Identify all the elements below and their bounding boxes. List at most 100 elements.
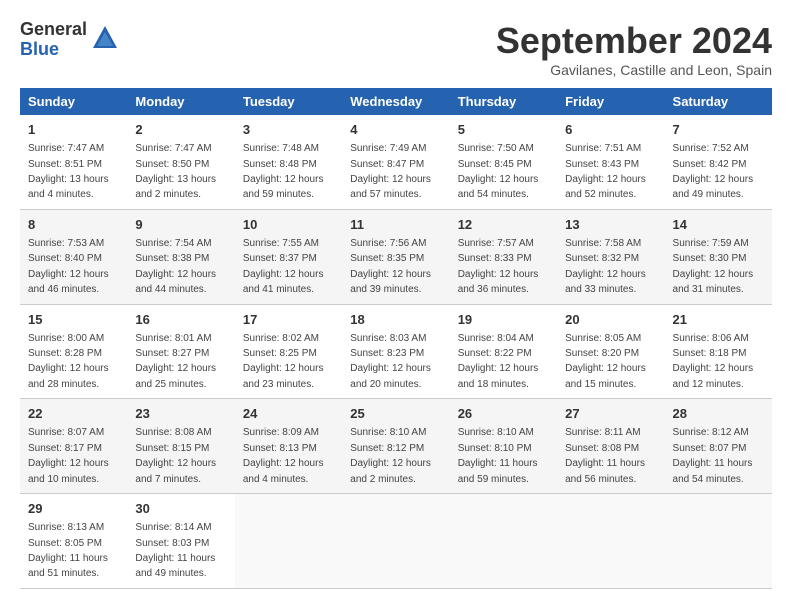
day-number: 26 bbox=[458, 405, 549, 423]
day-sunset: Sunset: 8:37 PM bbox=[243, 253, 317, 264]
logo-icon bbox=[91, 24, 119, 52]
calendar-cell: 22 Sunrise: 8:07 AM Sunset: 8:17 PM Dayl… bbox=[20, 399, 127, 494]
weekday-header-tuesday: Tuesday bbox=[235, 88, 342, 115]
day-daylight: Daylight: 12 hours and 12 minutes. bbox=[673, 363, 754, 389]
day-number: 27 bbox=[565, 405, 656, 423]
calendar-cell: 20 Sunrise: 8:05 AM Sunset: 8:20 PM Dayl… bbox=[557, 304, 664, 399]
day-sunset: Sunset: 8:28 PM bbox=[28, 348, 102, 359]
weekday-header-row: SundayMondayTuesdayWednesdayThursdayFrid… bbox=[20, 88, 772, 115]
day-sunset: Sunset: 8:15 PM bbox=[135, 443, 209, 454]
day-sunset: Sunset: 8:25 PM bbox=[243, 348, 317, 359]
calendar-cell: 5 Sunrise: 7:50 AM Sunset: 8:45 PM Dayli… bbox=[450, 115, 557, 209]
day-sunset: Sunset: 8:40 PM bbox=[28, 253, 102, 264]
calendar-cell: 12 Sunrise: 7:57 AM Sunset: 8:33 PM Dayl… bbox=[450, 209, 557, 304]
logo-general-text: General bbox=[20, 20, 87, 40]
page-header: General Blue September 2024 Gavilanes, C… bbox=[20, 20, 772, 78]
day-sunrise: Sunrise: 7:57 AM bbox=[458, 238, 534, 249]
day-sunset: Sunset: 8:18 PM bbox=[673, 348, 747, 359]
calendar-cell: 26 Sunrise: 8:10 AM Sunset: 8:10 PM Dayl… bbox=[450, 399, 557, 494]
day-daylight: Daylight: 12 hours and 44 minutes. bbox=[135, 269, 216, 295]
day-sunset: Sunset: 8:33 PM bbox=[458, 253, 532, 264]
day-number: 30 bbox=[135, 500, 226, 518]
day-sunset: Sunset: 8:03 PM bbox=[135, 538, 209, 549]
day-daylight: Daylight: 12 hours and 4 minutes. bbox=[243, 458, 324, 484]
day-sunset: Sunset: 8:47 PM bbox=[350, 159, 424, 170]
day-daylight: Daylight: 12 hours and 33 minutes. bbox=[565, 269, 646, 295]
day-sunset: Sunset: 8:05 PM bbox=[28, 538, 102, 549]
day-sunrise: Sunrise: 7:55 AM bbox=[243, 238, 319, 249]
day-daylight: Daylight: 11 hours and 49 minutes. bbox=[135, 553, 215, 579]
day-number: 29 bbox=[28, 500, 119, 518]
day-daylight: Daylight: 12 hours and 41 minutes. bbox=[243, 269, 324, 295]
day-number: 25 bbox=[350, 405, 441, 423]
day-sunrise: Sunrise: 8:10 AM bbox=[458, 427, 534, 438]
day-sunset: Sunset: 8:20 PM bbox=[565, 348, 639, 359]
day-sunrise: Sunrise: 8:04 AM bbox=[458, 333, 534, 344]
day-sunrise: Sunrise: 8:13 AM bbox=[28, 522, 104, 533]
day-sunrise: Sunrise: 7:54 AM bbox=[135, 238, 211, 249]
calendar-cell: 17 Sunrise: 8:02 AM Sunset: 8:25 PM Dayl… bbox=[235, 304, 342, 399]
calendar-cell bbox=[665, 494, 772, 589]
day-sunrise: Sunrise: 8:00 AM bbox=[28, 333, 104, 344]
day-daylight: Daylight: 12 hours and 59 minutes. bbox=[243, 174, 324, 200]
day-sunset: Sunset: 8:30 PM bbox=[673, 253, 747, 264]
weekday-header-wednesday: Wednesday bbox=[342, 88, 449, 115]
day-number: 16 bbox=[135, 311, 226, 329]
day-sunset: Sunset: 8:13 PM bbox=[243, 443, 317, 454]
day-number: 24 bbox=[243, 405, 334, 423]
day-sunrise: Sunrise: 8:06 AM bbox=[673, 333, 749, 344]
calendar-cell: 3 Sunrise: 7:48 AM Sunset: 8:48 PM Dayli… bbox=[235, 115, 342, 209]
day-number: 13 bbox=[565, 216, 656, 234]
calendar-cell: 9 Sunrise: 7:54 AM Sunset: 8:38 PM Dayli… bbox=[127, 209, 234, 304]
day-sunset: Sunset: 8:10 PM bbox=[458, 443, 532, 454]
day-sunrise: Sunrise: 8:08 AM bbox=[135, 427, 211, 438]
day-sunset: Sunset: 8:35 PM bbox=[350, 253, 424, 264]
day-daylight: Daylight: 13 hours and 2 minutes. bbox=[135, 174, 216, 200]
day-sunrise: Sunrise: 8:05 AM bbox=[565, 333, 641, 344]
day-daylight: Daylight: 12 hours and 36 minutes. bbox=[458, 269, 539, 295]
day-daylight: Daylight: 12 hours and 28 minutes. bbox=[28, 363, 109, 389]
day-number: 19 bbox=[458, 311, 549, 329]
day-sunrise: Sunrise: 8:02 AM bbox=[243, 333, 319, 344]
calendar-cell: 24 Sunrise: 8:09 AM Sunset: 8:13 PM Dayl… bbox=[235, 399, 342, 494]
calendar-table: SundayMondayTuesdayWednesdayThursdayFrid… bbox=[20, 88, 772, 589]
calendar-cell: 27 Sunrise: 8:11 AM Sunset: 8:08 PM Dayl… bbox=[557, 399, 664, 494]
calendar-cell: 10 Sunrise: 7:55 AM Sunset: 8:37 PM Dayl… bbox=[235, 209, 342, 304]
calendar-cell: 11 Sunrise: 7:56 AM Sunset: 8:35 PM Dayl… bbox=[342, 209, 449, 304]
day-sunset: Sunset: 8:51 PM bbox=[28, 159, 102, 170]
calendar-cell: 14 Sunrise: 7:59 AM Sunset: 8:30 PM Dayl… bbox=[665, 209, 772, 304]
calendar-cell: 21 Sunrise: 8:06 AM Sunset: 8:18 PM Dayl… bbox=[665, 304, 772, 399]
calendar-cell: 2 Sunrise: 7:47 AM Sunset: 8:50 PM Dayli… bbox=[127, 115, 234, 209]
day-daylight: Daylight: 13 hours and 4 minutes. bbox=[28, 174, 109, 200]
day-daylight: Daylight: 12 hours and 46 minutes. bbox=[28, 269, 109, 295]
day-sunrise: Sunrise: 8:09 AM bbox=[243, 427, 319, 438]
day-number: 4 bbox=[350, 121, 441, 139]
calendar-cell: 18 Sunrise: 8:03 AM Sunset: 8:23 PM Dayl… bbox=[342, 304, 449, 399]
day-daylight: Daylight: 11 hours and 54 minutes. bbox=[673, 458, 753, 484]
day-sunrise: Sunrise: 8:11 AM bbox=[565, 427, 640, 438]
day-daylight: Daylight: 12 hours and 49 minutes. bbox=[673, 174, 754, 200]
day-sunset: Sunset: 8:43 PM bbox=[565, 159, 639, 170]
day-sunset: Sunset: 8:50 PM bbox=[135, 159, 209, 170]
calendar-cell: 7 Sunrise: 7:52 AM Sunset: 8:42 PM Dayli… bbox=[665, 115, 772, 209]
calendar-cell: 4 Sunrise: 7:49 AM Sunset: 8:47 PM Dayli… bbox=[342, 115, 449, 209]
day-sunset: Sunset: 8:48 PM bbox=[243, 159, 317, 170]
calendar-cell: 1 Sunrise: 7:47 AM Sunset: 8:51 PM Dayli… bbox=[20, 115, 127, 209]
day-sunrise: Sunrise: 7:47 AM bbox=[28, 143, 104, 154]
day-sunset: Sunset: 8:23 PM bbox=[350, 348, 424, 359]
day-sunrise: Sunrise: 7:47 AM bbox=[135, 143, 211, 154]
day-sunrise: Sunrise: 8:07 AM bbox=[28, 427, 104, 438]
calendar-cell: 23 Sunrise: 8:08 AM Sunset: 8:15 PM Dayl… bbox=[127, 399, 234, 494]
day-sunrise: Sunrise: 8:01 AM bbox=[135, 333, 211, 344]
day-sunrise: Sunrise: 7:56 AM bbox=[350, 238, 426, 249]
day-number: 12 bbox=[458, 216, 549, 234]
day-number: 6 bbox=[565, 121, 656, 139]
calendar-cell bbox=[235, 494, 342, 589]
day-sunrise: Sunrise: 8:03 AM bbox=[350, 333, 426, 344]
day-number: 15 bbox=[28, 311, 119, 329]
calendar-cell bbox=[557, 494, 664, 589]
weekday-header-sunday: Sunday bbox=[20, 88, 127, 115]
day-number: 14 bbox=[673, 216, 764, 234]
day-sunset: Sunset: 8:45 PM bbox=[458, 159, 532, 170]
week-row-2: 8 Sunrise: 7:53 AM Sunset: 8:40 PM Dayli… bbox=[20, 209, 772, 304]
